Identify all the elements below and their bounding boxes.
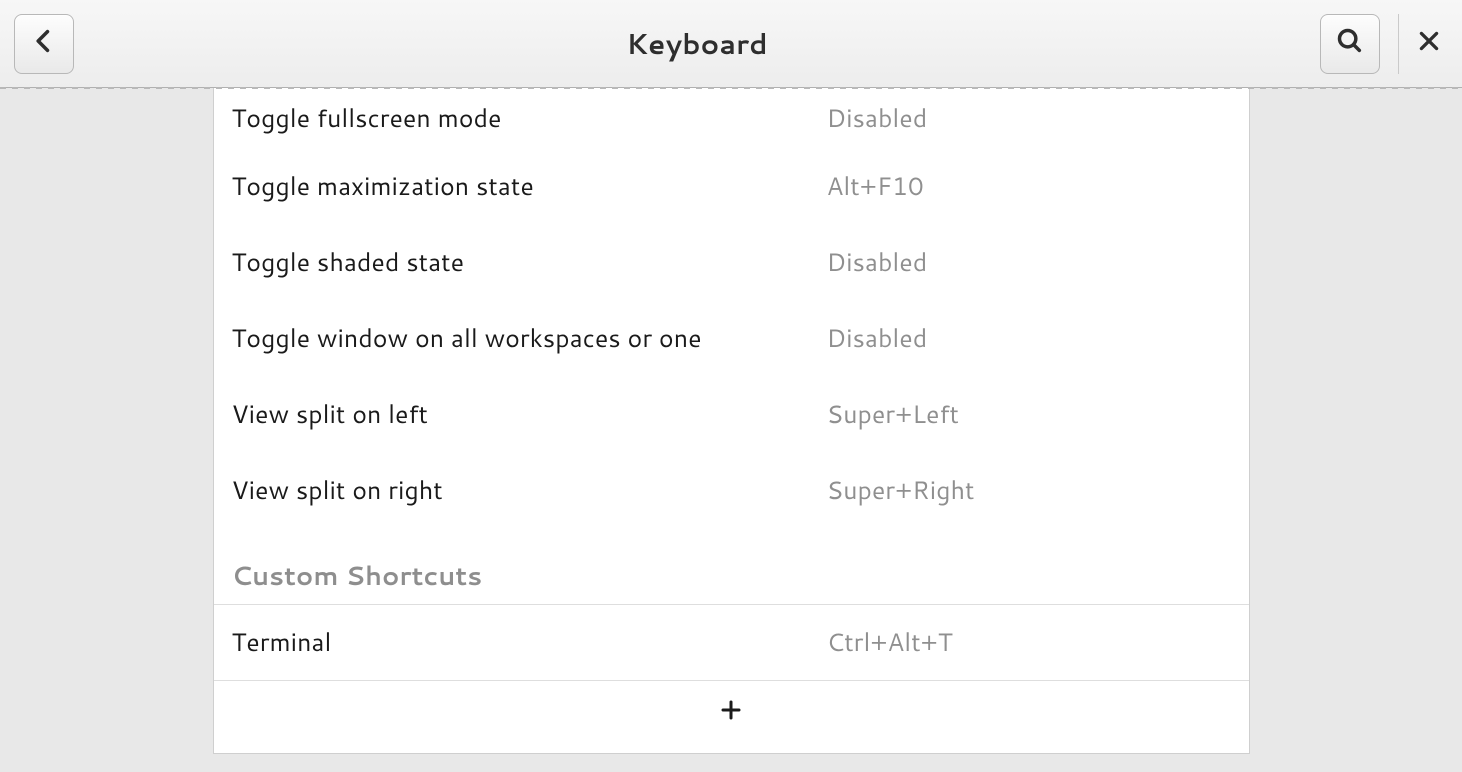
content-area: Toggle fullscreen mode Disabled Toggle m… <box>0 88 1462 772</box>
shortcut-row[interactable]: Toggle shaded state Disabled <box>214 224 1249 300</box>
shortcut-value: Ctrl+Alt+T <box>827 625 953 660</box>
shortcut-label: Terminal <box>232 625 827 660</box>
shortcut-label: Toggle fullscreen mode <box>232 101 827 136</box>
back-button[interactable] <box>14 14 74 74</box>
headerbar-right <box>1320 14 1448 74</box>
shortcut-value: Super+Left <box>827 397 959 432</box>
shortcut-row[interactable]: View split on right Super+Right <box>214 452 1249 528</box>
shortcut-value: Disabled <box>827 245 928 280</box>
custom-shortcuts-header: Custom Shortcuts <box>214 528 1249 605</box>
page-title: Keyboard <box>74 24 1320 64</box>
headerbar-left <box>14 14 74 74</box>
shortcut-row[interactable]: Toggle maximization state Alt+F10 <box>214 148 1249 224</box>
headerbar: Keyboard <box>0 0 1462 88</box>
shortcuts-panel: Toggle fullscreen mode Disabled Toggle m… <box>213 88 1250 754</box>
plus-icon <box>719 698 743 728</box>
shortcut-row[interactable]: Toggle window on all workspaces or one D… <box>214 300 1249 376</box>
shortcut-label: Toggle shaded state <box>232 245 827 280</box>
back-icon <box>30 27 58 61</box>
shortcut-label: Toggle maximization state <box>232 169 827 204</box>
shortcut-row[interactable]: Toggle fullscreen mode Disabled <box>214 88 1249 148</box>
close-icon <box>1416 28 1442 60</box>
shortcut-value: Super+Right <box>827 473 975 508</box>
search-button[interactable] <box>1320 14 1380 74</box>
shortcut-label: Toggle window on all workspaces or one <box>232 321 827 356</box>
shortcut-value: Disabled <box>827 101 928 136</box>
close-button[interactable] <box>1398 14 1448 74</box>
shortcut-label: View split on left <box>232 397 827 432</box>
shortcut-row[interactable]: View split on left Super+Left <box>214 376 1249 452</box>
add-shortcut-button[interactable] <box>214 681 1249 745</box>
custom-shortcut-row[interactable]: Terminal Ctrl+Alt+T <box>214 605 1249 681</box>
shortcut-value: Alt+F10 <box>827 169 924 204</box>
search-icon <box>1336 27 1364 61</box>
shortcut-value: Disabled <box>827 321 928 356</box>
shortcut-label: View split on right <box>232 473 827 508</box>
